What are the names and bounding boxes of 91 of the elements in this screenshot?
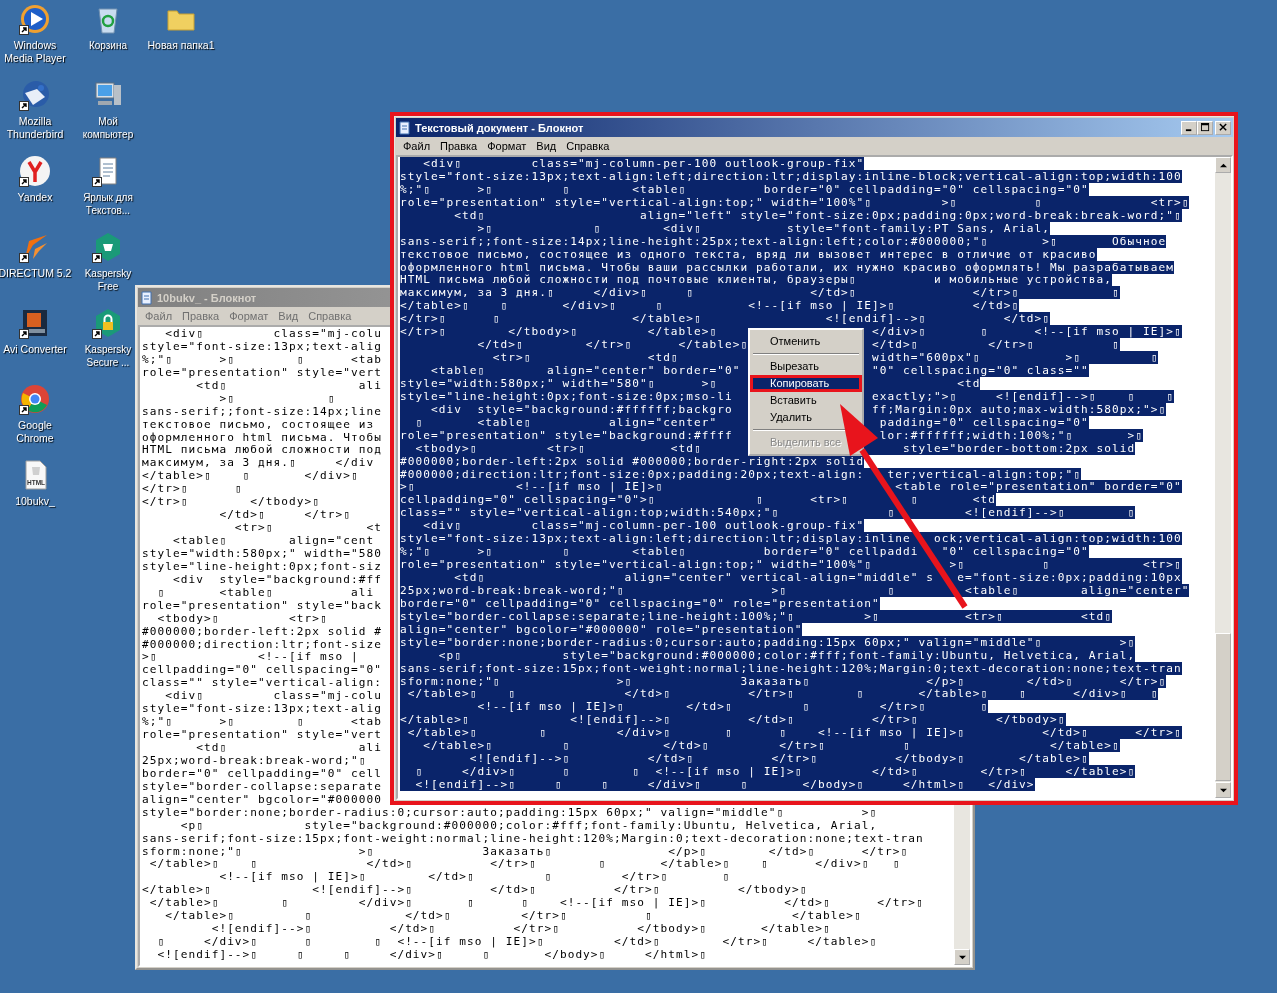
scroll-down-button[interactable] xyxy=(1215,782,1231,798)
code-line: HTML письма любой сложности под xyxy=(142,443,382,457)
fork-logo-icon[interactable] xyxy=(19,155,51,187)
code-line: sans-serif;font-size:15px;font-weight:normal;line-height:120%;Margin:0;text-decoration:none;text-tran xyxy=(142,831,924,845)
icon-label[interactable]: Mozilla Thunderbird xyxy=(0,115,72,141)
code-line: >▯ <!--[if mso | xyxy=(142,650,359,664)
menu-item[interactable]: Правка xyxy=(435,140,483,152)
code-line: #000000;border-left:2px solid # xyxy=(142,624,382,638)
code-line: </tr>▯ </tbody>▯ xyxy=(142,495,320,509)
code-line: </table>▯ ▯ </div>▯ ▯ ▯ <!--[if mso | IE]>▯ </td>▯ </tr>▯ xyxy=(148,896,924,910)
icon-label[interactable]: Kaspersky Secure ... xyxy=(82,343,134,369)
icon-label[interactable]: Новая папка1 xyxy=(147,39,215,52)
icon-label[interactable]: Yandex xyxy=(17,191,53,204)
icon-label[interactable]: Kaspersky Free xyxy=(82,267,134,293)
code-line: style="line-height:0px;font-siz xyxy=(142,559,382,573)
play-disc-icon[interactable] xyxy=(19,3,51,35)
code-line: </td>▯ </tr>▯ xyxy=(218,508,351,522)
menu-item[interactable]: Формат xyxy=(482,140,532,152)
down-arrow-icon xyxy=(958,953,966,961)
icon-label[interactable]: Windows Media Player xyxy=(0,39,72,65)
code-line: border="0" cellpadding="0" cell xyxy=(142,766,382,780)
code-line: текстовое письмо, состоящее из xyxy=(142,417,375,431)
code-line: 25px;word-break:break-word;"▯ xyxy=(142,753,367,767)
up-arrow-icon xyxy=(1219,161,1227,169)
icon-label[interactable]: Ярлык для Текстов... xyxy=(82,191,134,217)
notepad-icon xyxy=(398,120,412,135)
code-line: <div▯ class="mj-colu xyxy=(164,689,382,703)
window-title: Текстовый документ - Блокнот xyxy=(415,121,584,134)
menu-item[interactable]: Файл xyxy=(398,140,436,152)
menu-item[interactable]: Справка xyxy=(561,140,615,152)
menu-item[interactable]: Вид xyxy=(273,310,304,322)
code-line: <![endif]-->▯ </td>▯ </tr>▯ </tbody>▯ </table>▯ xyxy=(210,922,831,936)
code-line: <tr>▯ <t xyxy=(233,521,382,535)
menu-item[interactable]: Файл xyxy=(140,310,178,322)
code-line: class="" style="vertical-align: xyxy=(142,676,382,690)
scroll-thumb[interactable] xyxy=(1215,633,1231,781)
menu-item[interactable]: Правка xyxy=(177,310,225,322)
icon-label[interactable]: Avi Converter xyxy=(3,343,67,356)
code-line: </table>▯ ▯ </div>▯ xyxy=(142,469,359,483)
code-line: <!--[if mso | IE]>▯ </td>▯ ▯ </tr>▯ ▯ xyxy=(218,870,731,884)
menu-item[interactable]: Вид xyxy=(531,140,562,152)
code-line: <table▯ align="cent xyxy=(171,534,375,547)
icon-label[interactable]: Google Chrome xyxy=(0,419,72,445)
down-arrow-icon xyxy=(1219,786,1227,794)
icon-label[interactable]: DIRECTUM 5.2 xyxy=(0,267,72,280)
code-line: align="center" bgcolor="#000000 xyxy=(142,792,382,806)
code-line: ▯ </div>▯ ▯ ▯ <!--[if mso | IE]>▯ </td>▯ </tr>▯ </table>▯ xyxy=(156,935,878,949)
code-line: %;"▯ >▯ ▯ <tab xyxy=(142,352,382,366)
icon-label[interactable]: Мой компьютер xyxy=(82,115,134,141)
code-line: style="border-collapse:separate xyxy=(142,779,382,793)
code-line: sans-serif;;font-size:14px;line xyxy=(142,404,382,418)
code-line: </table>▯ <![endif]-->▯ </td>▯ </tr>▯ </tbody>▯ xyxy=(142,883,808,897)
notepad-icon xyxy=(140,290,154,305)
code-line: #000000;direction:ltr;font-size xyxy=(142,637,382,651)
code-line: <td▯ ali xyxy=(195,741,382,754)
menu-item[interactable]: Справка xyxy=(303,310,357,322)
code-line: <div▯ class="mj-colu xyxy=(164,327,382,340)
code-line: sform:none;"▯ >▯ Заказать▯ </p>▯ </td>▯ </tr>▯ xyxy=(142,844,909,858)
scroll-up-button[interactable] xyxy=(1215,157,1231,173)
icon-label[interactable]: Корзина xyxy=(88,39,128,52)
maximize-icon xyxy=(1200,123,1210,132)
maximize-button[interactable] xyxy=(1197,120,1213,135)
code-line: role="presentation" style="vert xyxy=(142,728,382,742)
code-line: <td▯ ali xyxy=(195,378,382,392)
scroll-down-button[interactable] xyxy=(954,949,970,965)
icon-label[interactable]: 10bukv_ xyxy=(15,495,55,508)
code-line: <p▯ style="background:#000000;color:#fff;font-family:Ubuntu, Helvetica, Arial, xyxy=(179,818,878,832)
ring-logo-icon[interactable] xyxy=(19,383,51,415)
code-line: </table>▯ ▯ </td>▯ </tr>▯ ▯ </table>▯ ▯ </div>▯ ▯ xyxy=(148,857,901,871)
minimize-button[interactable] xyxy=(1181,120,1197,135)
code-line: style="border:none;border-radius:0;cursor:auto;padding:15px 60px;" valign="middle"▯ >▯ xyxy=(142,805,878,819)
window-title: 10bukv_ - Блокнот xyxy=(157,291,257,304)
code-line: %;"▯ >▯ ▯ <tab xyxy=(142,715,382,729)
code-line: cellpadding="0" cellspacing="0" xyxy=(142,663,382,677)
code-line: >▯ ▯ xyxy=(218,391,336,405)
code-line: style="font-size:13px;text-alig xyxy=(142,339,382,353)
code-line: </table>▯ ▯ </td>▯ </tr>▯ ▯ </table>▯ xyxy=(164,909,862,923)
code-line: максимум, за 3 дня.▯ </div xyxy=(142,456,375,470)
close-button[interactable] xyxy=(1215,120,1231,135)
code-line: <div style="background:#ff xyxy=(171,572,382,586)
code-line: <![endif]-->▯ ▯ ▯ </div>▯ ▯ </body>▯ </html>▯ xyxy=(156,948,707,961)
code-line: оформленного html письма. Чтобы xyxy=(142,430,382,444)
code-line: role="presentation" style="back xyxy=(142,598,382,612)
code-line: <tbody>▯ <tr>▯ xyxy=(156,611,328,625)
code-line: </tr>▯ ▯ xyxy=(142,482,243,496)
code-line: role="presentation" style="vert xyxy=(142,365,382,379)
menu-item[interactable]: Формат xyxy=(224,310,274,322)
code-line: style="width:580px;" width="580 xyxy=(142,546,382,560)
code-line: ▯ <table▯ ali xyxy=(156,585,375,599)
close-icon xyxy=(1218,123,1228,132)
code-line: style="font-size:13px;text-alig xyxy=(142,702,382,716)
